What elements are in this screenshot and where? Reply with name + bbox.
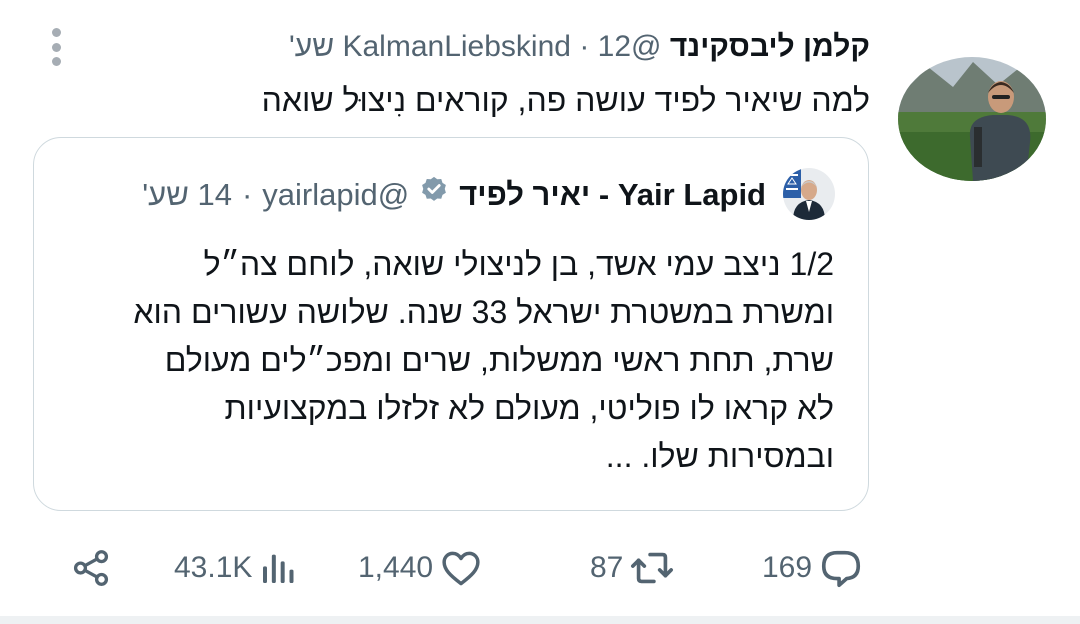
- repost-button[interactable]: 87: [590, 540, 675, 596]
- replies-count: 169: [762, 551, 813, 584]
- share-icon: [73, 550, 109, 586]
- author-avatar[interactable]: [898, 57, 1046, 181]
- author-name[interactable]: קלמן ליבסקינד: [670, 30, 870, 63]
- quoted-author-handle[interactable]: @yairlapid: [262, 175, 409, 215]
- quoted-text-line: ומשרת במשטרת ישראל 33 שנה. שלושה עשורים …: [133, 294, 834, 330]
- quoted-text-line: 1/2 ניצב עמי אשד, בן לניצולי שואה, לוחם …: [203, 246, 834, 282]
- likes-count: 1,440: [358, 551, 434, 584]
- quoted-tweet-time[interactable]: 14 שע': [142, 175, 232, 215]
- heart-icon: [442, 551, 480, 586]
- share-button[interactable]: [70, 540, 112, 596]
- views-button[interactable]: 43.1K: [174, 540, 298, 596]
- more-options-icon[interactable]: [44, 28, 68, 66]
- quoted-author-avatar[interactable]: [783, 168, 835, 220]
- quoted-text-line: לא קראו לו פוליטי, מעולם לא זלזלו במקצוע…: [224, 390, 834, 426]
- repost-icon: [631, 552, 674, 584]
- like-button[interactable]: 1,440: [358, 540, 483, 596]
- views-icon: [263, 554, 294, 583]
- views-count: 43.1K: [174, 551, 253, 584]
- reposts-count: 87: [590, 551, 624, 584]
- separator-dot: ·: [579, 30, 590, 63]
- quoted-tweet-header: Yair Lapid - יאיר לפיד @yairlapid · 14 ש…: [142, 175, 766, 215]
- divider: [0, 616, 1080, 624]
- reply-icon: [821, 550, 861, 588]
- quoted-text-line: ובמסירות שלו. ...: [605, 438, 834, 474]
- verified-badge-icon: [419, 175, 449, 215]
- tweet-text: למה שיאיר לפיד עושה פה, קוראים נִיצוּל ש…: [261, 82, 870, 118]
- tweet-header: קלמן ליבסקינד @KalmanLiebskind · 12 שע': [289, 27, 870, 67]
- quoted-author-name[interactable]: Yair Lapid - יאיר לפיד: [459, 175, 766, 215]
- reply-button[interactable]: 169: [762, 540, 864, 596]
- tweet-action-bar: 43.1K 1,440 87 169: [0, 540, 1080, 596]
- quoted-tweet-text: 1/2 ניצב עמי אשד, בן לניצולי שואה, לוחם …: [60, 240, 834, 480]
- separator-dot: ·: [241, 177, 253, 212]
- quoted-text-line: שרת, תחת ראשי ממשלות, שרים ומפכ״לים מעול…: [164, 342, 834, 378]
